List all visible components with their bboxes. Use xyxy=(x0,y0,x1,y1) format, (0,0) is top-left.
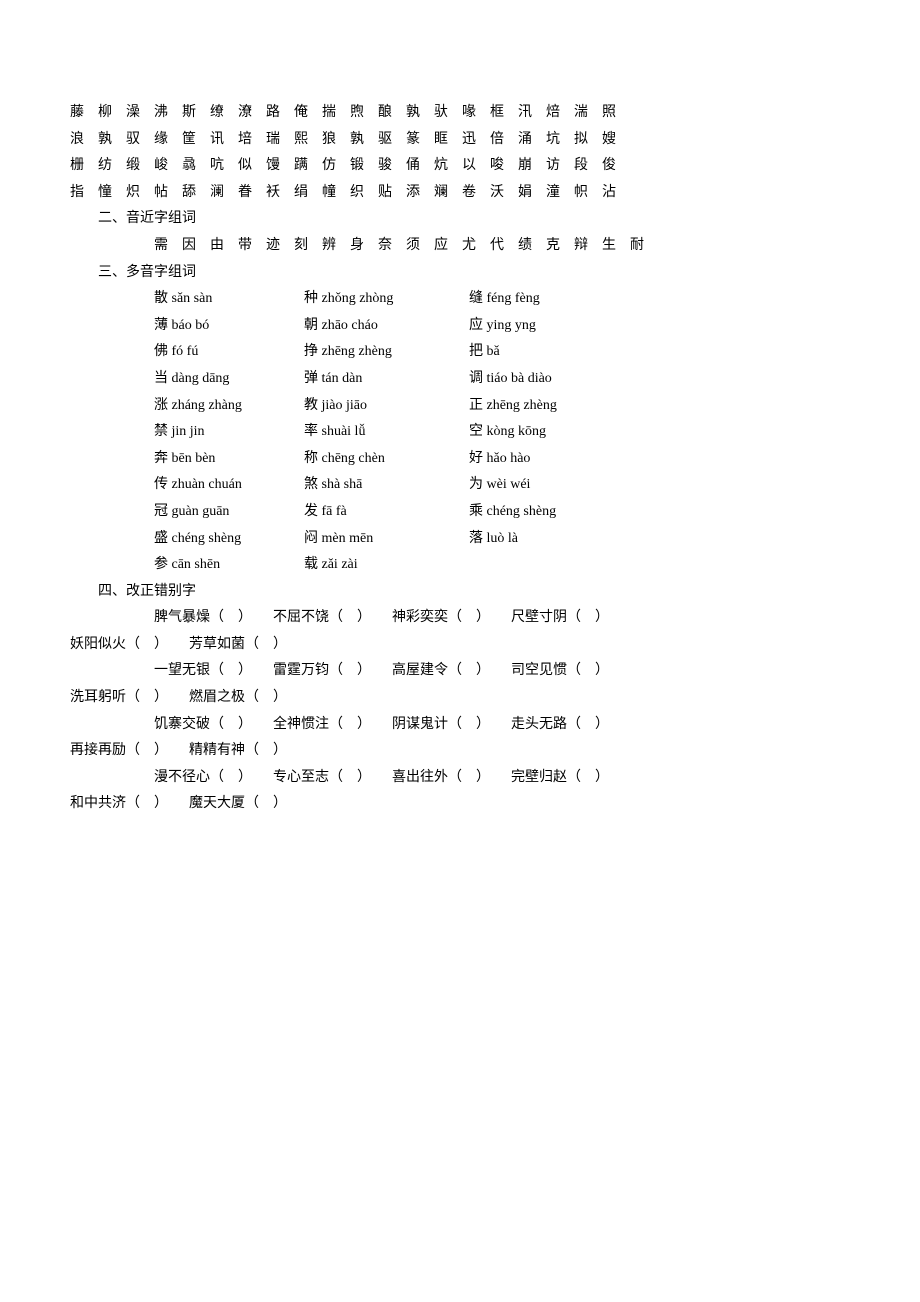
poly-cell: 正 zhēng zhèng xyxy=(469,393,619,420)
poly-cell: 称 chēng chèn xyxy=(304,446,469,473)
error-line: 洗耳躬听（ ） 燃眉之极（ ） xyxy=(70,685,850,712)
poly-cell: 冠 guàn guān xyxy=(154,499,304,526)
poly-cell: 禁 jin jin xyxy=(154,419,304,446)
poly-cell: 散 sǎn sàn xyxy=(154,286,304,313)
poly-row: 奔 bēn bèn 称 chēng chèn 好 hǎo hào xyxy=(154,446,850,473)
poly-row: 佛 fó fú 挣 zhēng zhèng 把 bǎ xyxy=(154,339,850,366)
poly-cell: 把 bǎ xyxy=(469,339,619,366)
poly-row: 当 dàng dāng 弹 tán dàn 调 tiáo bà diào xyxy=(154,366,850,393)
poly-cell: 载 zǎi zài xyxy=(304,552,469,579)
char-row-3: 栅 纺 缎 峻 骉 吭 似 馒 蹒 仿 锻 骏 俑 炕 以 唆 崩 访 段 俊 xyxy=(70,153,850,180)
poly-cell: 空 kòng kōng xyxy=(469,419,619,446)
poly-row: 薄 báo bó 朝 zhāo cháo 应 ying yng xyxy=(154,313,850,340)
poly-cell: 好 hǎo hào xyxy=(469,446,619,473)
section-3-title: 三、多音字组词 xyxy=(98,260,850,287)
poly-cell: 种 zhǒng zhòng xyxy=(304,286,469,313)
poly-cell: 薄 báo bó xyxy=(154,313,304,340)
poly-cell: 煞 shà shā xyxy=(304,472,469,499)
poly-row: 禁 jin jin 率 shuài lǚ 空 kòng kōng xyxy=(154,419,850,446)
polyphonic-table: 散 sǎn sàn 种 zhǒng zhòng 缝 féng fèng 薄 bá… xyxy=(154,286,850,579)
poly-cell: 盛 chéng shèng xyxy=(154,526,304,553)
error-line: 和中共济（ ） 魔天大厦（ ） xyxy=(70,791,850,818)
poly-cell: 佛 fó fú xyxy=(154,339,304,366)
poly-cell: 率 shuài lǚ xyxy=(304,419,469,446)
poly-cell: 为 wèi wéi xyxy=(469,472,619,499)
poly-cell: 挣 zhēng zhèng xyxy=(304,339,469,366)
error-line: 漫不径心（ ） 专心至志（ ） 喜出往外（ ） 完壁归赵（ ） xyxy=(154,765,850,792)
near-sound-row: 需 因 由 带 迹 刻 辨 身 奈 须 应 尤 代 绩 克 辩 生 耐 xyxy=(154,233,850,260)
poly-cell: 发 fā fà xyxy=(304,499,469,526)
poly-row: 参 cān shēn 载 zǎi zài xyxy=(154,552,850,579)
poly-cell: 调 tiáo bà diào xyxy=(469,366,619,393)
poly-cell: 教 jiào jiāo xyxy=(304,393,469,420)
error-line: 饥寨交破（ ） 全神惯注（ ） 阴谋鬼计（ ） 走头无路（ ） xyxy=(154,712,850,739)
char-row-2: 浪 孰 驭 缘 筐 讯 培 瑞 熙 狼 孰 驱 篆 眶 迅 倍 涌 坑 拟 嫂 xyxy=(70,127,850,154)
poly-row: 盛 chéng shèng 闷 mèn mēn 落 luò là xyxy=(154,526,850,553)
error-line: 脾气暴燥（ ） 不屈不饶（ ） 神彩奕奕（ ） 尺壁寸阴（ ） xyxy=(154,605,850,632)
poly-row: 涨 zháng zhàng 教 jiào jiāo 正 zhēng zhèng xyxy=(154,393,850,420)
error-line: 妖阳似火（ ） 芳草如菌（ ） xyxy=(70,632,850,659)
section-2-title: 二、音近字组词 xyxy=(98,206,850,233)
error-line: 再接再励（ ） 精精有神（ ） xyxy=(70,738,850,765)
poly-cell: 缝 féng fèng xyxy=(469,286,619,313)
poly-cell: 闷 mèn mēn xyxy=(304,526,469,553)
error-line: 一望无银（ ） 雷霆万钧（ ） 高屋建令（ ） 司空见惯（ ） xyxy=(154,658,850,685)
char-row-1: 藤 柳 澡 沸 斯 缭 潦 路 俺 揣 煦 酿 孰 驮 喙 框 汛 焙 湍 照 xyxy=(70,100,850,127)
poly-row: 散 sǎn sàn 种 zhǒng zhòng 缝 féng fèng xyxy=(154,286,850,313)
char-row-4: 指 憧 炽 帖 舔 澜 眷 袄 绢 幢 织 贴 添 斓 卷 沃 娟 潼 帜 沾 xyxy=(70,180,850,207)
poly-cell: 奔 bēn bèn xyxy=(154,446,304,473)
poly-row: 传 zhuàn chuán 煞 shà shā 为 wèi wéi xyxy=(154,472,850,499)
poly-cell: 落 luò là xyxy=(469,526,619,553)
poly-cell: 乘 chéng shèng xyxy=(469,499,619,526)
poly-cell: 应 ying yng xyxy=(469,313,619,340)
poly-cell: 当 dàng dāng xyxy=(154,366,304,393)
poly-cell: 朝 zhāo cháo xyxy=(304,313,469,340)
poly-cell: 涨 zháng zhàng xyxy=(154,393,304,420)
poly-cell: 弹 tán dàn xyxy=(304,366,469,393)
poly-row: 冠 guàn guān 发 fā fà 乘 chéng shèng xyxy=(154,499,850,526)
poly-cell: 传 zhuàn chuán xyxy=(154,472,304,499)
section-4-title: 四、改正错别字 xyxy=(98,579,850,606)
poly-cell xyxy=(469,552,619,579)
poly-cell: 参 cān shēn xyxy=(154,552,304,579)
